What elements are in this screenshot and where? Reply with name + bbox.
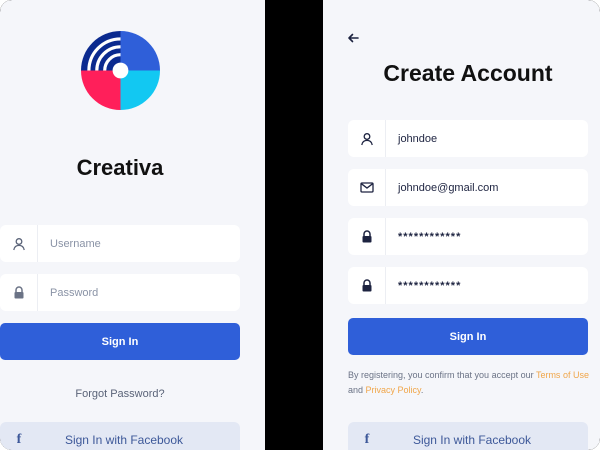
facebook-sign-in-button[interactable]: f Sign In with Facebook — [348, 422, 588, 450]
app-name: Creativa — [76, 155, 164, 180]
email-field[interactable]: johndoe@gmail.com — [348, 169, 588, 206]
password-placeholder: Password — [50, 286, 99, 299]
user-icon — [348, 120, 386, 157]
facebook-sign-in-label: Sign In with Facebook — [412, 433, 532, 447]
login-screen: Creativa Username Password Sign In Forgo… — [0, 0, 265, 450]
password-field[interactable]: ************ — [348, 218, 588, 255]
forgot-password-link[interactable]: Forgot Password? — [0, 388, 240, 400]
facebook-sign-in-label: Sign In with Facebook — [64, 433, 184, 447]
terms-of-use-link[interactable]: Terms of Use — [536, 370, 589, 380]
password-value: ************ — [398, 230, 462, 243]
sign-in-button[interactable]: Sign In — [348, 318, 588, 355]
username-field[interactable]: johndoe — [348, 120, 588, 157]
username-field[interactable]: Username — [0, 225, 240, 262]
user-icon — [0, 225, 38, 262]
sign-in-button[interactable]: Sign In — [0, 323, 240, 360]
confirm-password-value: ************ — [398, 279, 462, 292]
page-title: Create Account — [383, 60, 553, 86]
creativa-logo — [81, 31, 160, 110]
privacy-policy-link[interactable]: Privacy Policy — [366, 385, 421, 395]
email-value: johndoe@gmail.com — [398, 181, 499, 194]
username-placeholder: Username — [50, 237, 101, 250]
screen-frame: Creativa Username Password Sign In Forgo… — [0, 0, 600, 450]
mail-icon — [348, 169, 386, 206]
facebook-sign-in-button[interactable]: f Sign In with Facebook — [0, 422, 240, 450]
lock-icon — [0, 274, 38, 311]
password-field[interactable]: Password — [0, 274, 240, 311]
confirm-password-field[interactable]: ************ — [348, 267, 588, 304]
lock-icon — [348, 218, 386, 255]
back-arrow-icon[interactable] — [346, 31, 360, 45]
username-value: johndoe — [398, 132, 438, 145]
terms-suffix: . — [420, 385, 424, 395]
terms-prefix: By registering, you confirm that you acc… — [348, 370, 536, 380]
facebook-icon: f — [364, 432, 370, 447]
terms-notice: By registering, you confirm that you acc… — [348, 368, 590, 398]
lock-icon — [348, 267, 386, 304]
facebook-icon: f — [16, 432, 22, 447]
terms-middle: and — [348, 385, 366, 395]
